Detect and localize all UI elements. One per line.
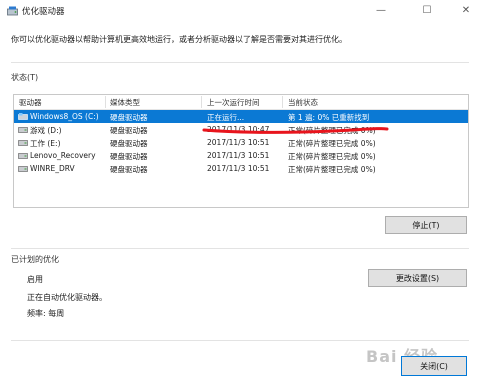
optimize-drives-app-icon xyxy=(7,6,18,16)
media-type: 硬盘驱动器 xyxy=(110,126,148,135)
current-status: 第 1 遍: 0% 已重新找到 xyxy=(288,113,370,122)
list-header: 驱动器 媒体类型 上一次运行时间 当前状态 xyxy=(14,95,468,110)
schedule-status: 启用 xyxy=(27,275,43,284)
last-run: 2017/11/3 10:51 xyxy=(207,138,270,147)
column-header-status[interactable]: 当前状态 xyxy=(288,97,318,108)
stop-button[interactable]: 停止(T) xyxy=(385,216,467,234)
maximize-button[interactable]: ☐ xyxy=(413,0,441,22)
schedule-frequency: 频率: 每周 xyxy=(27,309,65,318)
media-type: 硬盘驱动器 xyxy=(110,152,148,161)
column-separator xyxy=(201,96,202,108)
current-status: 正常(碎片整理已完成 0%) xyxy=(288,165,376,174)
scheduled-section-label: 已计划的优化 xyxy=(11,255,59,264)
windows-drive-icon xyxy=(18,113,28,120)
drive-name: Lenovo_Recovery xyxy=(30,151,96,160)
divider xyxy=(11,248,469,249)
status-section-label: 状态(T) xyxy=(11,73,39,82)
hard-drive-icon xyxy=(18,127,28,133)
column-header-last-run[interactable]: 上一次运行时间 xyxy=(207,97,260,108)
current-status: 正常(碎片整理已完成 0%) xyxy=(288,139,376,148)
table-row[interactable]: 工作 (E:) 硬盘驱动器 2017/11/3 10:51 正常(碎片整理已完成… xyxy=(14,136,468,149)
divider xyxy=(11,340,469,341)
close-button[interactable]: 关闭(C) xyxy=(401,356,467,376)
table-row[interactable]: Lenovo_Recovery 硬盘驱动器 2017/11/3 10:51 正常… xyxy=(14,149,468,162)
last-run: 2017/11/3 10:51 xyxy=(207,164,270,173)
column-separator xyxy=(105,96,106,108)
red-annotation-underline xyxy=(202,127,389,134)
table-row[interactable]: WINRE_DRV 硬盘驱动器 2017/11/3 10:51 正常(碎片整理已… xyxy=(14,162,468,175)
drive-list[interactable]: 驱动器 媒体类型 上一次运行时间 当前状态 Windows8_OS (C:) 硬… xyxy=(13,94,469,208)
window-title: 优化驱动器 xyxy=(22,7,65,17)
media-type: 硬盘驱动器 xyxy=(110,113,148,122)
media-type: 硬盘驱动器 xyxy=(110,165,148,174)
table-row[interactable]: Windows8_OS (C:) 硬盘驱动器 正在运行... 第 1 遍: 0%… xyxy=(14,110,468,123)
hard-drive-icon xyxy=(18,140,28,146)
drive-name: 工作 (E:) xyxy=(30,139,61,148)
divider xyxy=(11,62,469,63)
media-type: 硬盘驱动器 xyxy=(110,139,148,148)
schedule-info: 正在自动优化驱动器。 xyxy=(27,293,107,302)
column-separator xyxy=(282,96,283,108)
minimize-button[interactable]: — xyxy=(367,0,395,22)
optimize-drives-window: 优化驱动器 — ☐ ✕ 你可以优化驱动器以帮助计算机更高效地运行，或者分析驱动器… xyxy=(0,0,480,387)
hard-drive-icon xyxy=(18,153,28,159)
drive-name: WINRE_DRV xyxy=(30,164,75,173)
drive-name: 游戏 (D:) xyxy=(30,126,62,135)
change-settings-button[interactable]: 更改设置(S) xyxy=(368,269,467,287)
last-run: 正在运行... xyxy=(207,113,245,122)
column-header-drive[interactable]: 驱动器 xyxy=(19,97,42,108)
drive-name: Windows8_OS (C:) xyxy=(30,112,99,121)
last-run: 2017/11/3 10:51 xyxy=(207,151,270,160)
close-window-button[interactable]: ✕ xyxy=(452,0,480,22)
column-header-media-type[interactable]: 媒体类型 xyxy=(110,97,140,108)
title-bar: 优化驱动器 — ☐ ✕ xyxy=(0,0,480,22)
description-text: 你可以优化驱动器以帮助计算机更高效地运行，或者分析驱动器以了解是否需要对其进行优… xyxy=(11,35,347,44)
current-status: 正常(碎片整理已完成 0%) xyxy=(288,152,376,161)
hard-drive-icon xyxy=(18,166,28,172)
